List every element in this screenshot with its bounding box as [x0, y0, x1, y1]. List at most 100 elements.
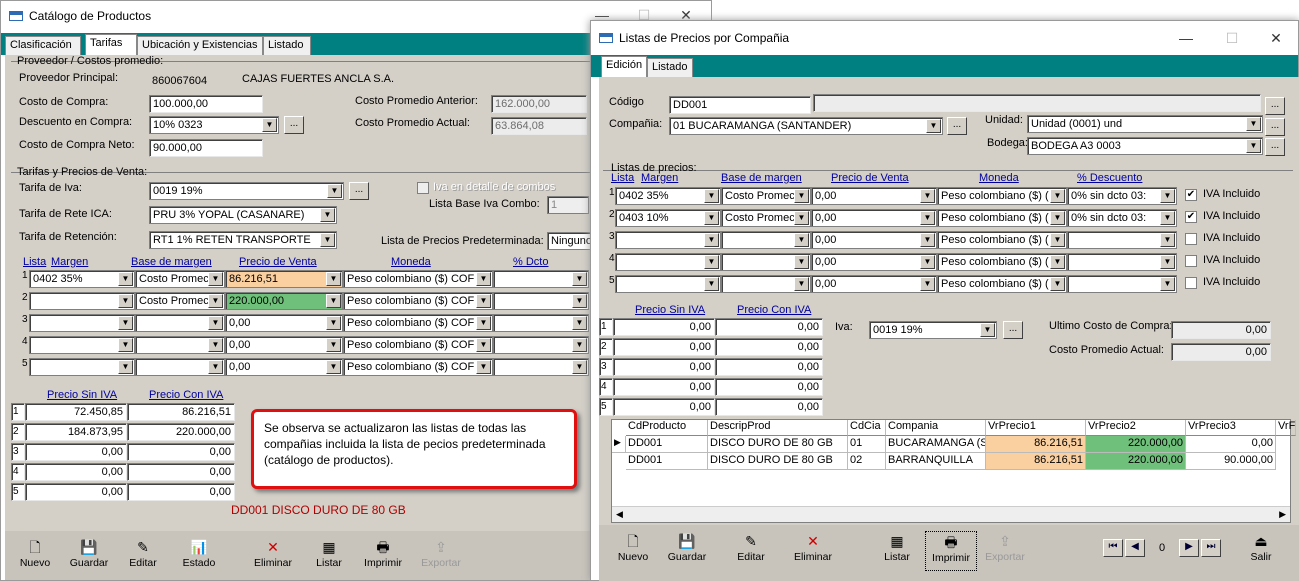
chevron-down-icon[interactable]: ▼: [326, 338, 341, 352]
moneda-select[interactable]: Peso colombiano ($) (▼: [937, 209, 1067, 227]
grid-cell[interactable]: BARRANQUILLA: [886, 453, 986, 470]
chevron-down-icon[interactable]: ▼: [476, 294, 491, 308]
chevron-down-icon[interactable]: ▼: [1050, 211, 1065, 225]
chevron-down-icon[interactable]: ▼: [326, 360, 341, 374]
col-moneda[interactable]: Moneda: [391, 256, 431, 268]
chevron-down-icon[interactable]: ▼: [262, 118, 277, 132]
lista-select[interactable]: ▼: [29, 292, 135, 310]
base-margen-select[interactable]: ▼: [135, 358, 225, 376]
descuento-select[interactable]: 0% sin dcto 03: ▼: [1067, 187, 1177, 205]
chevron-down-icon[interactable]: ▼: [326, 316, 341, 330]
editar-button[interactable]: ✎ Editar: [117, 537, 169, 577]
chevron-down-icon[interactable]: ▼: [118, 272, 133, 286]
eliminar-button[interactable]: ✕ Eliminar: [787, 531, 839, 571]
costo-neto-field[interactable]: 90.000,00: [149, 139, 263, 157]
chevron-down-icon[interactable]: ▼: [320, 208, 335, 222]
chevron-down-icon[interactable]: ▼: [208, 294, 223, 308]
chevron-down-icon[interactable]: ▼: [208, 316, 223, 330]
grid-header[interactable]: VrPrecio3: [1186, 420, 1276, 436]
chevron-down-icon[interactable]: ▼: [327, 184, 342, 198]
iva-combos-checkbox[interactable]: [417, 182, 429, 194]
grid-header[interactable]: Compania: [886, 420, 986, 436]
col-lista[interactable]: Lista: [611, 172, 634, 184]
chevron-down-icon[interactable]: ▼: [1246, 117, 1261, 131]
chevron-down-icon[interactable]: ▼: [118, 294, 133, 308]
grid-cell[interactable]: 86.216,51: [986, 453, 1086, 470]
compania-browse-button[interactable]: ...: [947, 117, 967, 135]
salir-button[interactable]: ⏏ Salir: [1235, 531, 1287, 571]
listar-button[interactable]: ▦ Listar: [303, 537, 355, 577]
chevron-down-icon[interactable]: ▼: [572, 294, 587, 308]
eliminar-button[interactable]: ✕ Eliminar: [247, 537, 299, 577]
precio-venta-field[interactable]: 0,00 ▼: [811, 253, 937, 271]
iva-select[interactable]: 0019 19% ▼: [149, 182, 344, 200]
maximize-icon[interactable]: ☐: [1209, 21, 1255, 49]
precio-venta-field[interactable]: 0,00 ▼: [811, 187, 937, 205]
exportar-button[interactable]: ⇪ Exportar: [415, 537, 467, 577]
lista-select[interactable]: ▼: [29, 336, 135, 354]
listar-button[interactable]: ▦ Listar: [871, 531, 923, 571]
chevron-down-icon[interactable]: ▼: [476, 360, 491, 374]
base-margen-select[interactable]: ▼: [721, 253, 811, 271]
base-margen-select[interactable]: Costo Promec ▼: [135, 292, 225, 310]
chevron-down-icon[interactable]: ▼: [1160, 189, 1175, 203]
chevron-down-icon[interactable]: ▼: [704, 211, 719, 225]
tab-clasificacion[interactable]: Clasificación: [5, 36, 81, 55]
col-moneda[interactable]: Moneda: [979, 172, 1019, 184]
dcto-select[interactable]: ▼: [493, 292, 589, 310]
grid-cell[interactable]: 220.000,00: [1086, 436, 1186, 453]
moneda-select[interactable]: Peso colombiano ($) COF ▼: [343, 314, 493, 332]
chevron-down-icon[interactable]: ▼: [1160, 255, 1175, 269]
guardar-button[interactable]: 💾 Guardar: [63, 537, 115, 577]
tab-edicion[interactable]: Edición: [601, 56, 647, 77]
grid-cell[interactable]: 02: [848, 453, 886, 470]
chevron-down-icon[interactable]: ▼: [1050, 277, 1065, 291]
grid-cell[interactable]: BUCARAMANGA (SA: [886, 436, 986, 453]
estado-button[interactable]: 📊 Estado: [173, 537, 225, 577]
chevron-down-icon[interactable]: ▼: [208, 360, 223, 374]
grid-cell[interactable]: 86.216,51: [986, 436, 1086, 453]
chevron-down-icon[interactable]: ▼: [118, 360, 133, 374]
base-margen-select[interactable]: Costo Promec ▼: [721, 187, 811, 205]
descuento-select[interactable]: ▼: [1067, 253, 1177, 271]
base-margen-select[interactable]: ▼: [721, 275, 811, 293]
grid-header[interactable]: CdProducto: [626, 420, 708, 436]
grid-scrollbar[interactable]: ◀ ▶: [612, 506, 1290, 522]
chevron-down-icon[interactable]: ▼: [572, 272, 587, 286]
chevron-down-icon[interactable]: ▼: [118, 316, 133, 330]
costo-compra-field[interactable]: 100.000,00: [149, 95, 263, 113]
nuevo-button[interactable]: 🗋 Nuevo: [9, 537, 61, 577]
chevron-down-icon[interactable]: ▼: [1050, 189, 1065, 203]
iva-browse-button[interactable]: ...: [349, 182, 369, 200]
precio-venta-field[interactable]: 0,00 ▼: [225, 314, 343, 332]
chevron-down-icon[interactable]: ▼: [920, 189, 935, 203]
col-precio-venta[interactable]: Precio de Venta: [239, 256, 317, 268]
descuento-select[interactable]: ▼: [1067, 275, 1177, 293]
imprimir-button[interactable]: 🖶 Imprimir: [925, 531, 977, 571]
grid-cell[interactable]: DD001: [626, 436, 708, 453]
base-margen-select[interactable]: Costo Promec ▼: [135, 270, 225, 288]
precio-venta-field[interactable]: 86.216,51 ▼: [225, 270, 343, 288]
bodega-browse-button[interactable]: ...: [1265, 138, 1285, 156]
col-descuento[interactable]: % Descuento: [1077, 172, 1142, 184]
nuevo-button[interactable]: 🗋 Nuevo: [607, 531, 659, 571]
iva-incluido-checkbox[interactable]: ✔: [1185, 211, 1197, 223]
next-record-icon[interactable]: ▶: [1179, 539, 1199, 557]
col-base-margen[interactable]: Base de margen: [131, 256, 212, 268]
chevron-down-icon[interactable]: ▼: [1050, 255, 1065, 269]
lista-select[interactable]: ▼: [615, 253, 721, 271]
chevron-down-icon[interactable]: ▼: [920, 277, 935, 291]
lista-select[interactable]: ▼: [615, 231, 721, 249]
col-dcto[interactable]: % Dcto: [513, 256, 548, 268]
chevron-down-icon[interactable]: ▼: [704, 255, 719, 269]
precio-venta-field[interactable]: 220.000,00 ▼: [225, 292, 343, 310]
precio-venta-field[interactable]: 0,00 ▼: [811, 231, 937, 249]
guardar-button[interactable]: 💾 Guardar: [661, 531, 713, 571]
last-record-icon[interactable]: ⏭: [1201, 539, 1221, 557]
grid-cell[interactable]: 0,00: [1186, 436, 1276, 453]
unidad-select[interactable]: Unidad (0001) und ▼: [1027, 115, 1263, 133]
iva-incluido-checkbox[interactable]: [1185, 255, 1197, 267]
exportar-button[interactable]: ⇪ Exportar: [979, 531, 1031, 571]
grid-cell[interactable]: DD001: [626, 453, 708, 470]
chevron-down-icon[interactable]: ▼: [794, 255, 809, 269]
